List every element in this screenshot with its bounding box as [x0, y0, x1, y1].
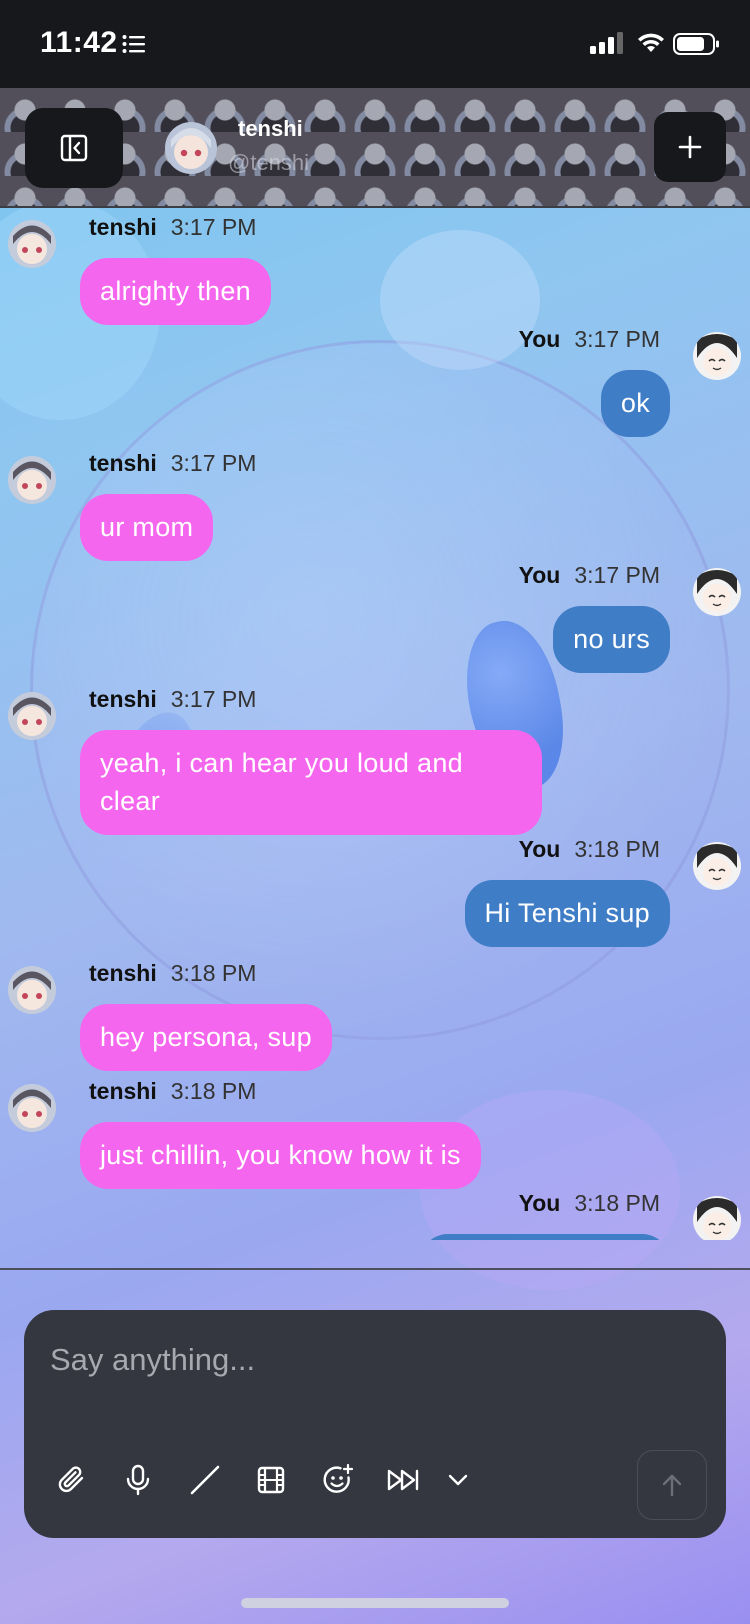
sender-avatar[interactable] [8, 1084, 56, 1132]
message-bubble[interactable]: ok [600, 370, 670, 437]
status-time: 11:42 [40, 26, 118, 59]
message-bubble[interactable]: ur mom [80, 494, 214, 561]
divider [0, 1268, 750, 1270]
avatar-art [8, 966, 56, 1014]
fast-forward-icon [387, 1469, 419, 1491]
contact-avatar[interactable] [165, 122, 217, 174]
message-bubble[interactable]: no urs [553, 606, 670, 673]
slash-icon [190, 1465, 220, 1495]
message-list[interactable]: tenshi 3:17 PM alrighty then You 3:17 PM o… [0, 208, 750, 1240]
paperclip-icon [58, 1466, 84, 1493]
emoji-button[interactable] [320, 1462, 356, 1498]
plus-icon [678, 135, 702, 159]
new-chat-button[interactable] [654, 112, 726, 182]
message-meta: tenshi 3:17 PM [89, 214, 256, 241]
wifi-icon [638, 33, 664, 52]
home-indicator[interactable] [241, 1598, 509, 1608]
message-time: 3:17 PM [574, 326, 660, 352]
chat-header: tenshi @tenshi [0, 88, 750, 208]
attach-button[interactable] [54, 1462, 90, 1498]
message-meta: tenshi 3:18 PM [89, 960, 256, 987]
arrow-up-icon [662, 1474, 682, 1497]
sender-name: tenshi [89, 1078, 157, 1104]
user-avatar[interactable] [693, 332, 741, 380]
avatar-art [693, 1196, 741, 1240]
message-time: 3:17 PM [170, 214, 257, 240]
avatar-art [693, 842, 741, 890]
user-avatar[interactable] [693, 568, 741, 616]
list-icon [122, 35, 145, 53]
chat-app: 11:42 tenshi @tenshi tenshi 3:17 PM alri… [0, 0, 750, 1624]
avatar-art [693, 568, 741, 616]
toggle-sidebar-button[interactable] [25, 108, 123, 188]
message-time: 3:18 PM [574, 836, 660, 862]
chevron-down-icon [448, 1474, 468, 1486]
send-button[interactable] [637, 1450, 707, 1520]
sender-name: tenshi [89, 214, 157, 240]
sidebar-collapse-icon [60, 134, 88, 162]
message-meta: You 3:18 PM [519, 1190, 660, 1217]
voice-button[interactable] [120, 1462, 156, 1498]
message-meta: tenshi 3:18 PM [89, 1078, 256, 1105]
message-bubble[interactable]: just chillin, you know how it is [80, 1122, 481, 1189]
sender-name: You [518, 836, 561, 862]
contact-name: tenshi [238, 116, 303, 141]
avatar-art [693, 332, 741, 380]
avatar-art [8, 692, 56, 740]
message-time: 3:17 PM [170, 686, 257, 712]
message-time: 3:18 PM [574, 1190, 660, 1216]
sender-name: You [518, 1190, 561, 1216]
user-avatar[interactable] [693, 842, 741, 890]
message-bubble[interactable]: yeah, i can hear you loud and clear [80, 730, 542, 835]
user-avatar[interactable] [693, 1196, 741, 1240]
message-bubble[interactable]: alrighty then [80, 258, 271, 325]
gif-button[interactable] [253, 1462, 289, 1498]
more-options-button[interactable] [440, 1462, 476, 1498]
message-time: 3:17 PM [574, 562, 660, 588]
battery-icon [673, 33, 719, 55]
emoji-add-icon [323, 1463, 354, 1493]
sender-avatar[interactable] [8, 456, 56, 504]
avatar-art [165, 122, 217, 174]
skip-button[interactable] [385, 1462, 421, 1498]
message-input[interactable] [50, 1330, 650, 1390]
message-bubble[interactable]: Hi Tenshi sup [464, 880, 670, 947]
sender-avatar[interactable] [8, 220, 56, 268]
message-meta: You 3:17 PM [519, 326, 660, 353]
avatar-art [8, 220, 56, 268]
contact-handle: @tenshi [228, 150, 310, 175]
message-bubble[interactable] [420, 1234, 670, 1240]
film-icon [257, 1466, 285, 1494]
sender-name: You [518, 562, 561, 588]
cellular-signal-icon [590, 32, 623, 54]
message-meta: tenshi 3:17 PM [89, 450, 256, 477]
sender-avatar[interactable] [8, 966, 56, 1014]
message-meta: You 3:17 PM [519, 562, 660, 589]
sender-name: tenshi [89, 686, 157, 712]
message-time: 3:17 PM [170, 450, 257, 476]
avatar-art [8, 1084, 56, 1132]
sender-name: You [518, 326, 561, 352]
message-time: 3:18 PM [170, 1078, 257, 1104]
sender-name: tenshi [89, 960, 157, 986]
message-bubble[interactable]: hey persona, sup [80, 1004, 332, 1071]
avatar-art [8, 456, 56, 504]
commands-button[interactable] [187, 1462, 223, 1498]
sender-name: tenshi [89, 450, 157, 476]
sender-avatar[interactable] [8, 692, 56, 740]
message-meta: You 3:18 PM [519, 836, 660, 863]
status-bar: 11:42 [0, 0, 750, 88]
message-time: 3:18 PM [170, 960, 257, 986]
compose-box [24, 1310, 726, 1538]
microphone-icon [126, 1464, 150, 1496]
message-meta: tenshi 3:17 PM [89, 686, 256, 713]
